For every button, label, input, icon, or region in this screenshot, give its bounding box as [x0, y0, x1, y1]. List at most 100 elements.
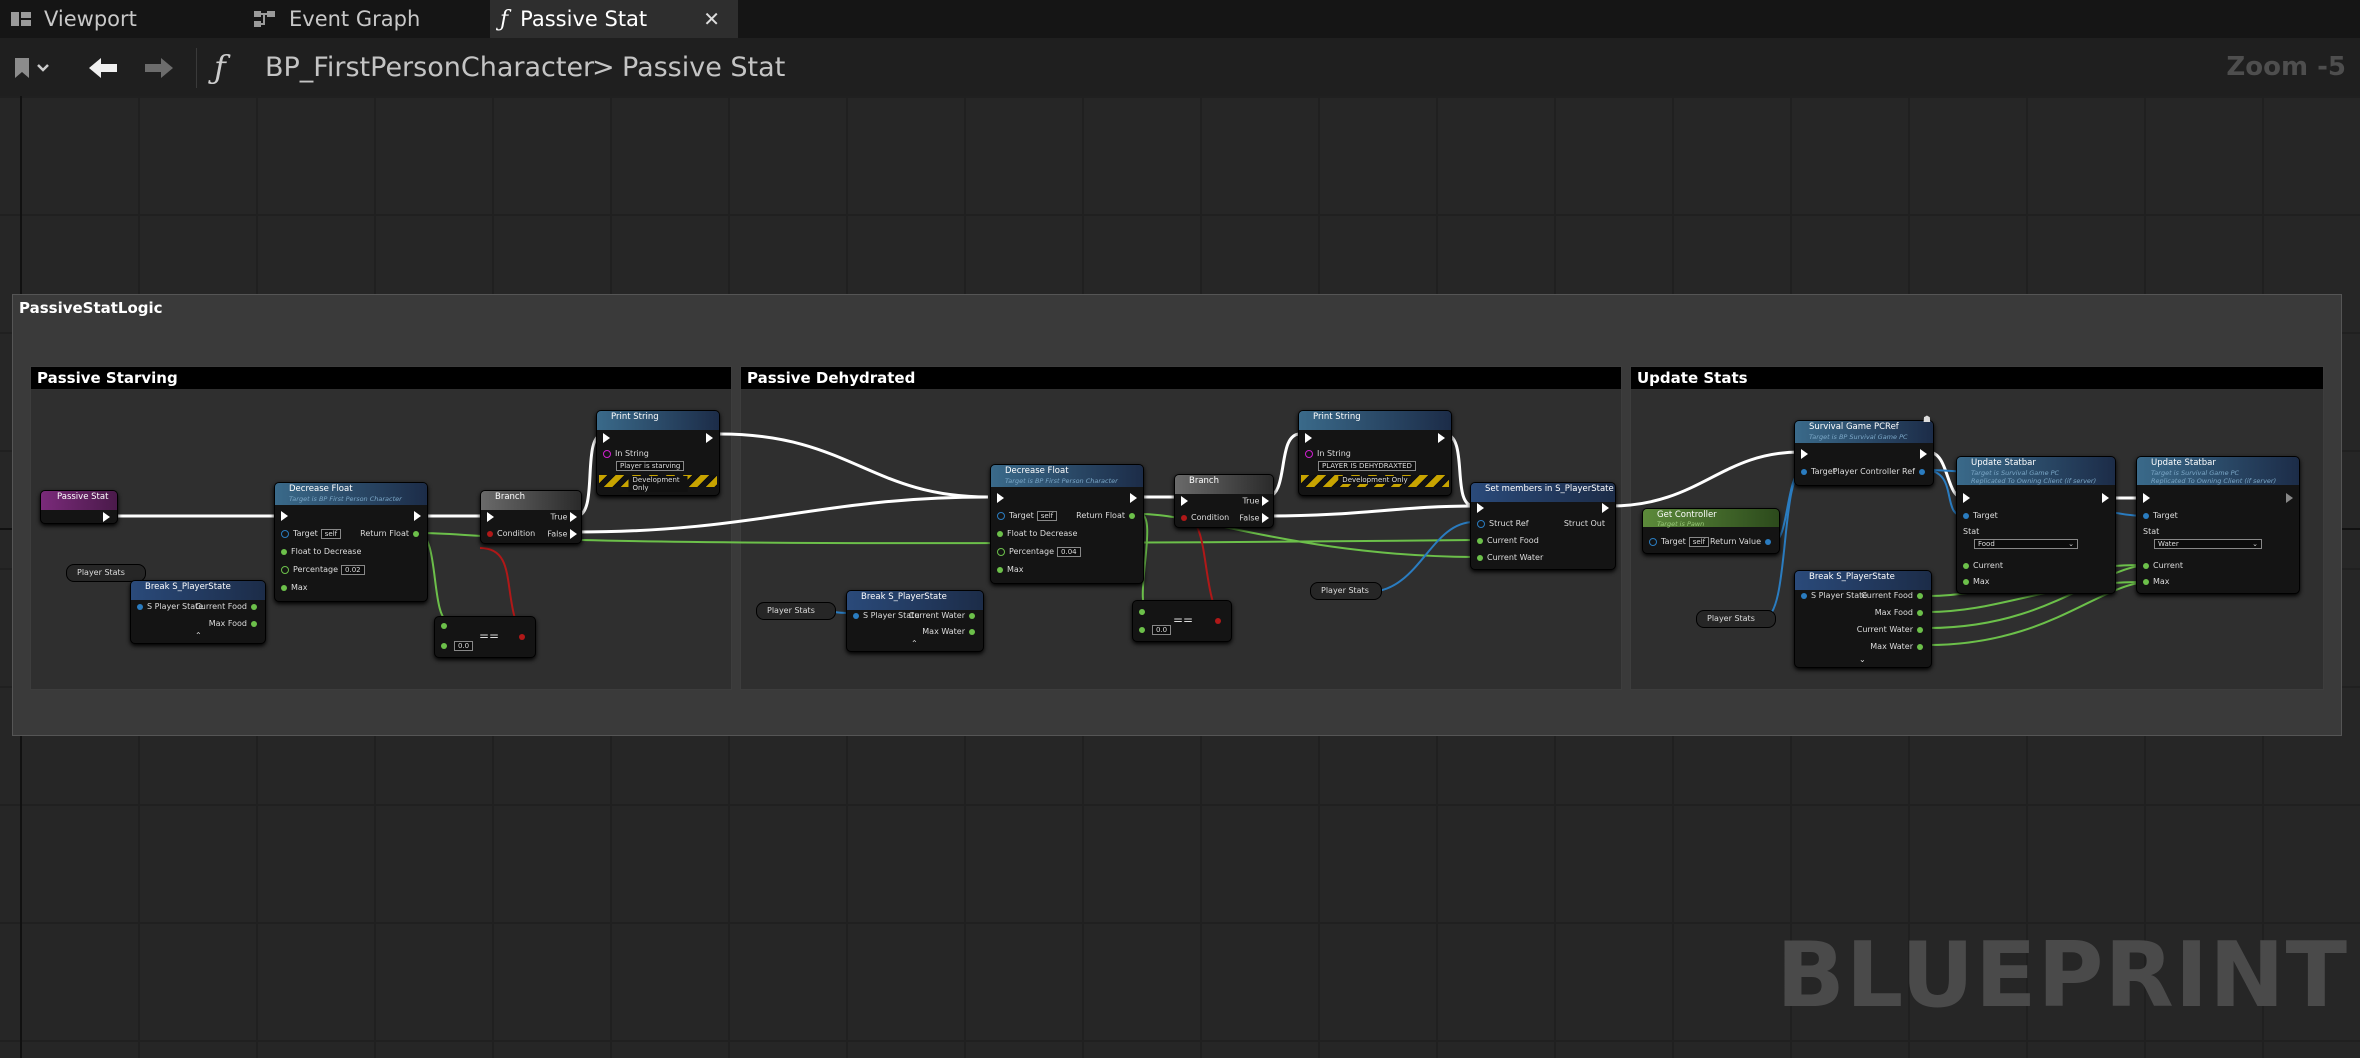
stat-dropdown[interactable]: Food ⌄ [1971, 539, 2078, 549]
output-pin[interactable]: Max Water [922, 627, 979, 636]
input-pin[interactable]: S Player State [1801, 591, 1867, 600]
target-pin[interactable]: Target self [1649, 537, 1710, 547]
output-pin[interactable] [519, 632, 529, 641]
break-player-state-node[interactable]: Break S_PlayerState S Player State Curre… [130, 580, 266, 644]
exec-out-pin[interactable] [706, 433, 713, 443]
current-water-pin[interactable]: Current Water [1477, 553, 1543, 562]
struct-ref-pin[interactable]: Struct Ref [1477, 519, 1529, 528]
node-subtitle: Target is BP First Person Character [1005, 477, 1118, 485]
exec-out-pin[interactable] [1438, 433, 1445, 443]
print-string-node[interactable]: Print String In String Player is starvin… [596, 410, 720, 496]
target-pin[interactable]: Target self [997, 511, 1058, 521]
exec-out-pin[interactable] [414, 511, 421, 521]
branch-node[interactable]: Branch True Condition False [480, 490, 582, 544]
input-pin[interactable] [441, 621, 451, 630]
expand-icon[interactable]: ⌄ [1859, 655, 1866, 664]
collapse-icon[interactable]: ⌃ [195, 631, 202, 640]
player-stats-getter[interactable]: Player Stats [756, 602, 836, 620]
player-controller-ref-pin[interactable]: Player Controller Ref [1833, 467, 1929, 476]
target-pin[interactable]: Target [1963, 511, 1998, 520]
output-pin[interactable]: Max Water [1870, 642, 1927, 651]
condition-pin[interactable]: Condition [487, 529, 535, 538]
exec-in-pin[interactable] [2143, 493, 2150, 503]
true-pin[interactable]: True [550, 512, 577, 522]
output-pin[interactable]: Current Water [909, 611, 979, 620]
exec-in-pin[interactable] [1181, 496, 1188, 506]
max-pin[interactable]: Max [997, 565, 1024, 574]
target-pin[interactable]: Target [1801, 467, 1836, 476]
false-pin[interactable]: False [1239, 513, 1269, 523]
update-statbar-node[interactable]: Update Statbar Target is Survival Game P… [2136, 456, 2300, 594]
exec-out-pin[interactable] [1602, 503, 1609, 513]
output-pin[interactable]: Max Food [209, 619, 261, 628]
node-header: Set members in S_PlayerState [1471, 483, 1615, 502]
in-string-pin[interactable]: In String [603, 449, 649, 458]
node-header: Update Statbar Target is Survival Game P… [2137, 457, 2299, 485]
output-pin[interactable]: Max Food [1875, 608, 1927, 617]
exec-in-pin[interactable] [1801, 449, 1808, 459]
node-header: Survival Game PCRef Target is BP Surviva… [1795, 421, 1933, 443]
input-pin[interactable]: 0.0 [441, 641, 474, 651]
player-stats-getter[interactable]: Player Stats [1696, 610, 1776, 628]
exec-out-pin[interactable] [1920, 449, 1927, 459]
collapse-icon[interactable]: ⌃ [911, 639, 918, 648]
false-pin[interactable]: False [547, 529, 577, 539]
branch-node[interactable]: Branch True Condition False [1174, 474, 1274, 528]
float-to-decrease-pin[interactable]: Float to Decrease [997, 529, 1077, 538]
stat-dropdown[interactable]: Water ⌄ [2151, 539, 2262, 549]
return-float-pin[interactable]: Return Float [1076, 511, 1139, 520]
exec-out-pin[interactable] [103, 512, 110, 522]
output-pin[interactable]: Current Food [1861, 591, 1927, 600]
exec-in-pin[interactable] [997, 493, 1004, 503]
float-to-decrease-pin[interactable]: Float to Decrease [281, 547, 361, 556]
input-pin[interactable] [1139, 607, 1149, 616]
struct-out-pin[interactable]: Struct Out [1564, 519, 1605, 528]
exec-out-pin[interactable] [1130, 493, 1137, 503]
exec-in-pin[interactable] [281, 511, 288, 521]
break-player-state-node[interactable]: Break S_PlayerState S Player State Curre… [1794, 570, 1932, 668]
output-pin[interactable]: Current Water [1857, 625, 1927, 634]
target-pin[interactable]: Target self [281, 529, 342, 539]
return-float-pin[interactable]: Return Float [360, 529, 423, 538]
condition-pin[interactable]: Condition [1181, 513, 1229, 522]
passive-stat-entry-node[interactable]: Passive Stat [40, 490, 118, 524]
exec-in-pin[interactable] [603, 433, 610, 443]
true-pin[interactable]: True [1242, 496, 1269, 506]
get-controller-node[interactable]: Get Controller Target is Pawn Target self… [1642, 508, 1780, 554]
output-pin[interactable]: Current Food [195, 602, 261, 611]
current-pin[interactable]: Current [2143, 561, 2183, 570]
equal-node[interactable]: == 0.0 [1132, 600, 1232, 642]
decrease-float-node[interactable]: Decrease Float Target is BP First Person… [274, 482, 428, 602]
in-string-value[interactable]: Player is starving [613, 461, 685, 471]
exec-in-pin[interactable] [1305, 433, 1312, 443]
exec-in-pin[interactable] [1963, 493, 1970, 503]
print-string-node[interactable]: Print String In String PLAYER IS DEHYDRA… [1298, 410, 1452, 496]
current-pin[interactable]: Current [1963, 561, 2003, 570]
in-string-pin[interactable]: In String [1305, 449, 1351, 458]
break-player-state-node[interactable]: Break S_PlayerState S Player State Curre… [846, 590, 984, 652]
equal-node[interactable]: == 0.0 [434, 616, 536, 658]
max-pin[interactable]: Max [281, 583, 308, 592]
return-value-pin[interactable]: Return Value [1710, 537, 1775, 546]
stat-pin[interactable]: Stat [1963, 527, 1979, 536]
stat-pin[interactable]: Stat [2143, 527, 2159, 536]
set-members-node[interactable]: Set members in S_PlayerState Struct Ref … [1470, 482, 1616, 570]
update-statbar-node[interactable]: Update Statbar Target is Survival Game P… [1956, 456, 2116, 594]
exec-in-pin[interactable] [1477, 503, 1484, 513]
percentage-pin[interactable]: Percentage 0.02 [281, 565, 365, 575]
percentage-pin[interactable]: Percentage 0.04 [997, 547, 1081, 557]
input-pin[interactable]: 0.0 [1139, 625, 1172, 635]
current-food-pin[interactable]: Current Food [1477, 536, 1539, 545]
max-pin[interactable]: Max [2143, 577, 2170, 586]
decrease-float-node[interactable]: Decrease Float Target is BP First Person… [990, 464, 1144, 584]
exec-out-pin[interactable] [2286, 493, 2293, 503]
player-stats-getter[interactable]: Player Stats [1310, 582, 1382, 600]
survival-game-pc-ref-node[interactable]: Survival Game PCRef Target is BP Surviva… [1794, 415, 1934, 486]
input-pin[interactable]: S Player State [137, 602, 203, 611]
max-pin[interactable]: Max [1963, 577, 1990, 586]
exec-in-pin[interactable] [487, 512, 494, 522]
in-string-value[interactable]: PLAYER IS DEHYDRAXTED [1315, 461, 1416, 471]
target-pin[interactable]: Target [2143, 511, 2178, 520]
exec-out-pin[interactable] [2102, 493, 2109, 503]
output-pin[interactable] [1215, 616, 1225, 625]
